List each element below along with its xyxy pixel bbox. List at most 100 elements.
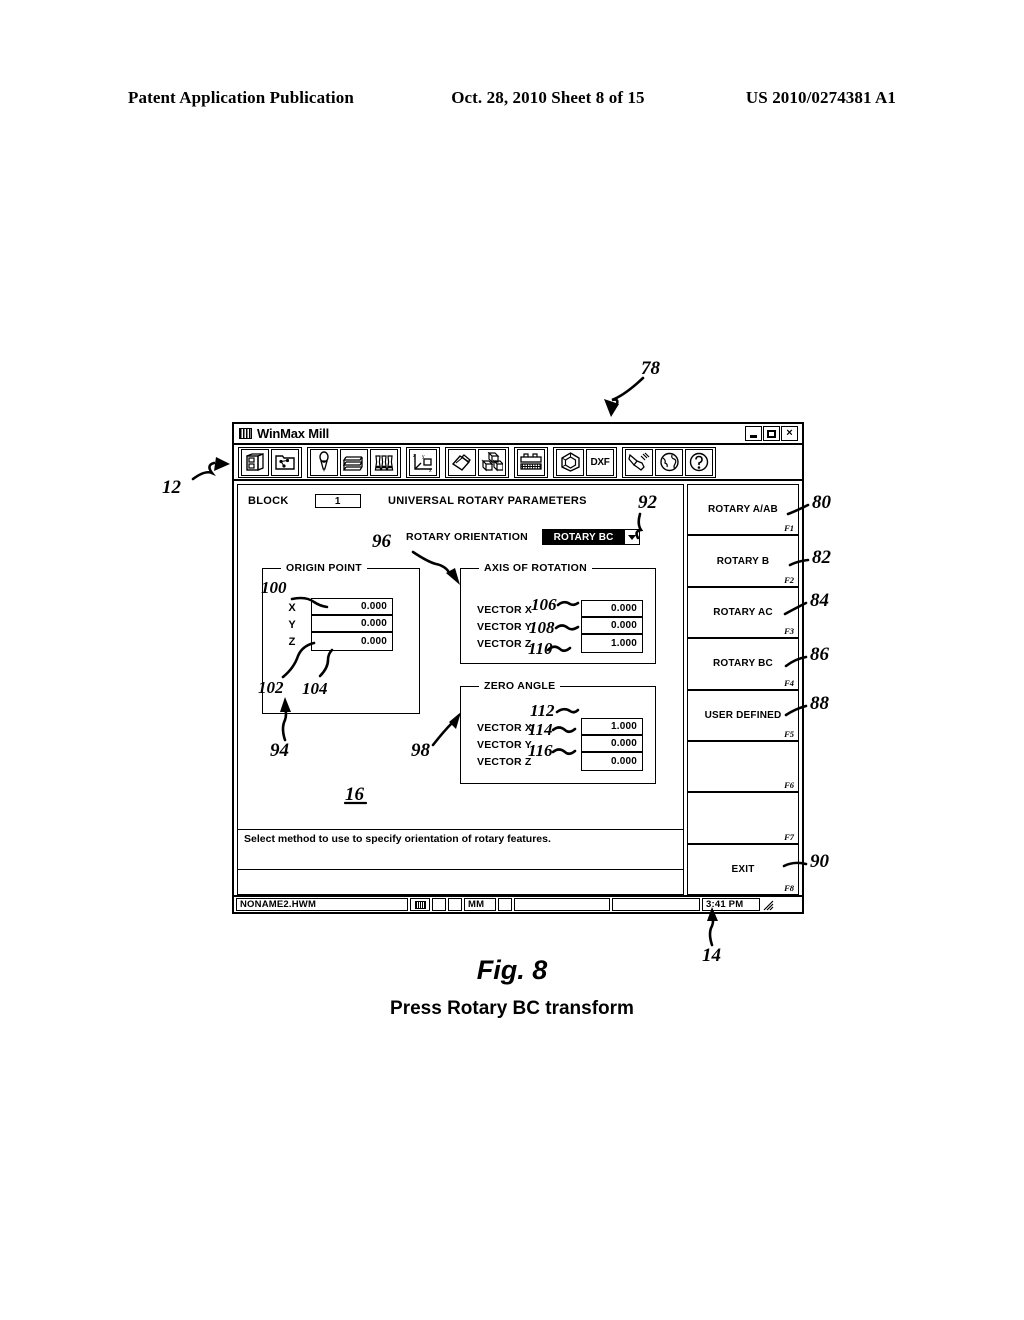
machine-table-icon[interactable] — [517, 448, 545, 476]
axis-of-rotation-panel: AXIS OF ROTATION VECTOR X VECTOR Y VECTO… — [460, 562, 656, 664]
toolbar-group-machine — [514, 446, 548, 478]
tool-group-icon[interactable] — [370, 448, 398, 476]
status-bar: NONAME2.HWM MM 3:41 PM — [234, 895, 802, 912]
globe-icon[interactable] — [655, 448, 683, 476]
axis-vector-y-input[interactable]: 0.000 — [582, 618, 642, 635]
softkey-label: ROTARY B — [716, 555, 770, 567]
ref-numeral-110: 110 — [528, 639, 553, 658]
maximize-button[interactable] — [763, 426, 780, 441]
origin-x-input[interactable]: 0.000 — [312, 599, 392, 616]
block-row: BLOCK 1 UNIVERSAL ROTARY PARAMETERS — [238, 485, 683, 512]
toolbar-group-import: DXF — [553, 446, 617, 478]
tool-table-icon[interactable] — [340, 448, 368, 476]
status-slot-4 — [514, 898, 610, 911]
origin-point-labels: X Y Z — [273, 598, 311, 651]
dxf-import-icon[interactable]: DXF — [586, 448, 614, 476]
origin-point-rows: X Y Z 0.000 0.000 0.000 — [273, 598, 393, 651]
origin-y-input[interactable]: 0.000 — [312, 616, 392, 633]
ref-numeral-106: 106 — [531, 595, 557, 614]
message-area: Select method to use to specify orientat… — [238, 829, 683, 894]
window-title: WinMax Mill — [257, 426, 330, 441]
softkey-label: USER DEFINED — [704, 709, 782, 721]
message-text: Select method to use to specify orientat… — [238, 830, 683, 870]
softkey-user-defined[interactable]: USER DEFINED F5 — [688, 690, 798, 742]
manual-hand-icon[interactable] — [625, 448, 653, 476]
ref-numeral-12: 12 — [162, 477, 181, 498]
softkey-exit[interactable]: EXIT F8 — [688, 844, 798, 894]
status-filename: NONAME2.HWM — [236, 898, 408, 911]
origin-y-label: Y — [288, 618, 296, 631]
publication-date-sheet: Oct. 28, 2010 Sheet 8 of 15 — [451, 88, 645, 107]
block-label: BLOCK — [248, 495, 289, 507]
softkey-fkey: F8 — [784, 883, 794, 893]
chevron-down-icon[interactable] — [624, 530, 640, 544]
ref-numeral-94: 94 — [270, 740, 289, 761]
ref-numeral-86: 86 — [810, 644, 829, 665]
zero-vector-y-input[interactable]: 0.000 — [582, 736, 642, 753]
softkey-fkey: F5 — [784, 728, 794, 739]
rotary-orientation-label: ROTARY ORIENTATION — [406, 531, 529, 543]
softkey-rotary-bc[interactable]: ROTARY BC F4 — [688, 639, 798, 691]
edit-program-icon[interactable] — [448, 448, 476, 476]
part-setup-icon[interactable] — [241, 448, 269, 476]
tool-probe-icon[interactable] — [310, 448, 338, 476]
ref-numeral-84: 84 — [810, 590, 829, 611]
toolbar-group-setup — [238, 446, 302, 478]
toolbar-group-coordinates: z y x — [406, 446, 440, 478]
ref-numeral-114: 114 — [528, 720, 553, 739]
zero-angle-rows: VECTOR X VECTOR Y VECTOR Z 1.000 0.000 0… — [477, 718, 643, 771]
softkey-empty-f7[interactable]: F7 — [688, 793, 798, 845]
softkey-fkey: F7 — [784, 831, 794, 842]
dxf-label: DXF — [590, 456, 610, 468]
help-icon[interactable] — [685, 448, 713, 476]
zero-vector-x-input[interactable]: 1.000 — [582, 719, 642, 736]
solid-blocks-icon[interactable] — [478, 448, 506, 476]
softkey-rotary-a-ab[interactable]: ROTARY A/AB F1 — [688, 485, 798, 537]
keypad-icon[interactable] — [410, 898, 430, 911]
ref-numeral-104: 104 — [302, 679, 328, 698]
axis-of-rotation-legend: AXIS OF ROTATION — [484, 562, 587, 574]
status-units: MM — [464, 898, 496, 911]
program-folder-icon[interactable] — [271, 448, 299, 476]
softkey-empty-f6[interactable]: F6 — [688, 741, 798, 794]
axis-vector-z-input[interactable]: 1.000 — [582, 635, 642, 652]
close-button[interactable]: × — [781, 426, 798, 441]
axis-vector-x-input[interactable]: 0.000 — [582, 601, 642, 618]
solid-model-icon[interactable] — [556, 448, 584, 476]
softkey-label: EXIT — [731, 863, 755, 875]
ref-numeral-116: 116 — [528, 741, 553, 760]
softkey-label: ROTARY BC — [713, 658, 773, 670]
ref-numeral-98: 98 — [411, 740, 430, 761]
ref-numeral-92: 92 — [638, 492, 657, 513]
origin-z-input[interactable]: 0.000 — [312, 633, 392, 650]
softkey-rotary-ac[interactable]: ROTARY AC F3 — [688, 587, 798, 640]
zero-vector-z-input[interactable]: 0.000 — [582, 753, 642, 770]
ref-numeral-102: 102 — [258, 678, 284, 697]
minimize-button[interactable] — [745, 426, 762, 441]
page-title: UNIVERSAL ROTARY PARAMETERS — [388, 495, 587, 507]
ref-numeral-82: 82 — [812, 547, 831, 568]
resize-grip-icon[interactable] — [762, 898, 774, 911]
message-secondary-area — [238, 870, 683, 894]
softkey-panel: ROTARY A/AB F1 ROTARY B F2 ROTARY AC F3 … — [687, 484, 799, 895]
window-titlebar: WinMax Mill × — [234, 424, 802, 445]
toolbar-group-help — [622, 446, 716, 478]
origin-x-label: X — [288, 601, 296, 614]
axis-of-rotation-fields: 0.000 0.000 1.000 — [581, 600, 643, 653]
block-number-input[interactable]: 1 — [314, 494, 361, 508]
softkey-rotary-b[interactable]: ROTARY B F2 — [688, 536, 798, 588]
zero-angle-panel: ZERO ANGLE VECTOR X VECTOR Y VECTOR Z 1.… — [460, 680, 656, 784]
softkey-label: ROTARY A/AB — [708, 504, 778, 516]
window-controls: × — [745, 426, 800, 441]
rotary-orientation-dropdown[interactable]: ROTARY BC — [542, 529, 641, 545]
coordinate-axes-icon[interactable]: z y x — [409, 448, 437, 476]
toolbar-group-tools — [307, 446, 401, 478]
ref-numeral-90: 90 — [810, 851, 829, 872]
origin-z-label: Z — [288, 635, 296, 648]
axis-vector-x-label: VECTOR X — [477, 603, 533, 616]
softkey-label: ROTARY AC — [713, 606, 773, 618]
ref-numeral-80: 80 — [812, 492, 831, 513]
figure-number: Fig. 8 — [476, 955, 548, 985]
zero-angle-legend: ZERO ANGLE — [484, 680, 556, 692]
figure-subtitle: Press Rotary BC transform — [390, 998, 634, 1019]
